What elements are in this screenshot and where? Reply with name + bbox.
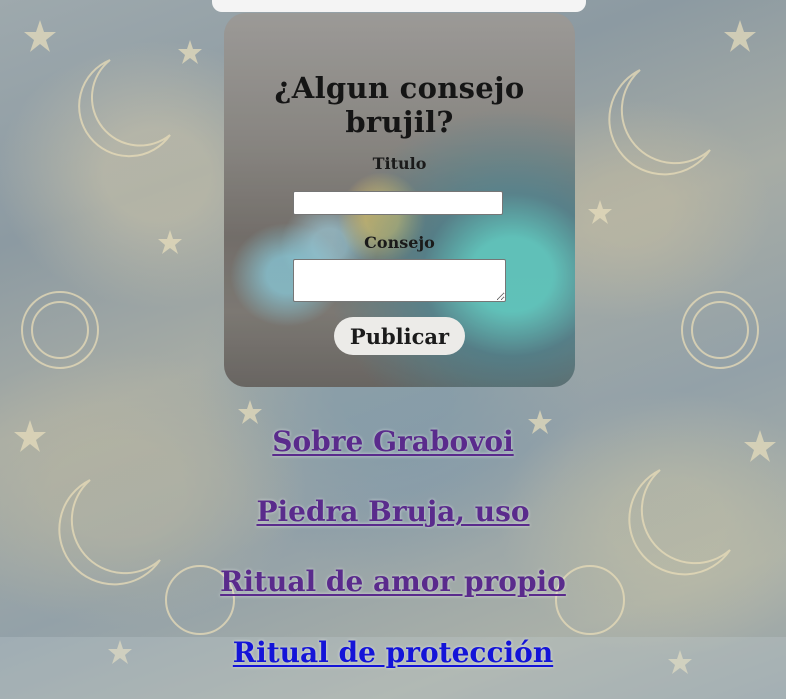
link-ritual-amor-propio[interactable]: Ritual de amor propio: [0, 565, 786, 598]
link-sobre-grabovoi[interactable]: Sobre Grabovoi: [0, 425, 786, 458]
form-title: ¿Algun consejo brujil?: [274, 71, 525, 139]
publish-button[interactable]: Publicar: [334, 317, 465, 355]
advice-form-card: ¿Algun consejo brujil? Titulo Consejo Pu…: [224, 13, 575, 387]
top-panel-edge: [212, 0, 586, 12]
link-ritual-proteccion[interactable]: Ritual de protección: [0, 636, 786, 669]
consejo-textarea[interactable]: [293, 259, 506, 302]
consejo-label: Consejo: [364, 233, 435, 252]
link-piedra-bruja[interactable]: Piedra Bruja, uso: [0, 495, 786, 528]
titulo-label: Titulo: [372, 154, 427, 173]
titulo-input[interactable]: [293, 191, 503, 215]
